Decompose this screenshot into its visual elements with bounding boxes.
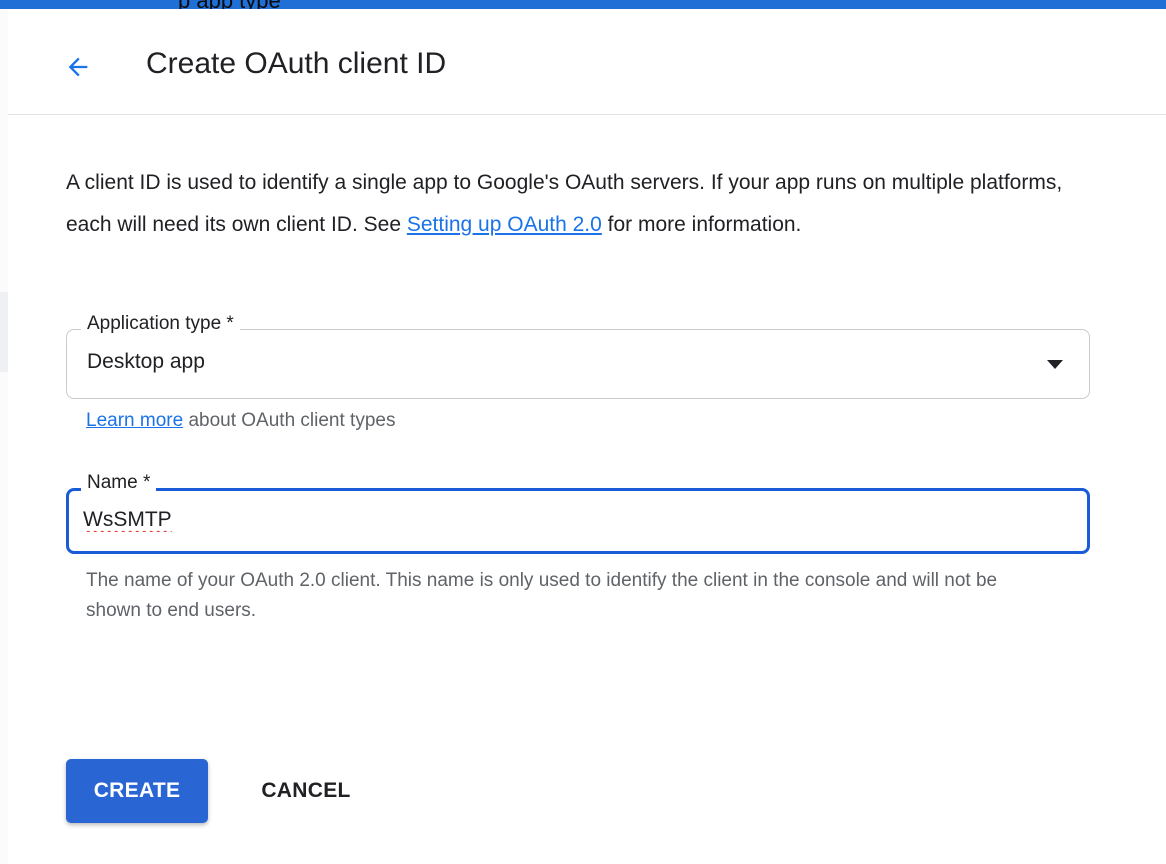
page-header: Create OAuth client ID — [8, 9, 1166, 115]
learn-more-suffix: about OAuth client types — [183, 410, 396, 431]
setting-up-oauth-link[interactable]: Setting up OAuth 2.0 — [407, 213, 602, 236]
create-button[interactable]: CREATE — [66, 759, 208, 823]
name-helper-text: The name of your OAuth 2.0 client. This … — [86, 570, 998, 621]
application-type-select[interactable]: Application type * Desktop app — [66, 313, 1090, 399]
create-oauth-client-page: p app type Create OAuth client ID A clie… — [0, 0, 1166, 864]
name-input[interactable] — [83, 503, 1063, 537]
application-type-value: Desktop app — [87, 350, 205, 373]
back-button[interactable] — [58, 47, 98, 87]
name-label: Name * — [81, 472, 157, 494]
cancel-button[interactable]: CANCEL — [236, 759, 376, 823]
arrow-back-icon — [68, 57, 88, 77]
arrow-drop-down-icon — [1047, 360, 1063, 369]
page-title: Create OAuth client ID — [146, 47, 447, 80]
name-field: Name * — [66, 472, 1090, 554]
top-bar-text: p app type — [178, 0, 281, 9]
top-app-bar: p app type — [0, 0, 1166, 9]
learn-more-line: Learn more about OAuth client types — [86, 410, 395, 432]
application-type-label: Application type * — [81, 313, 240, 335]
left-nav-edge — [0, 9, 8, 864]
left-nav-marker — [0, 292, 8, 372]
description-paragraph: A client ID is used to identify a single… — [66, 162, 1066, 246]
learn-more-link[interactable]: Learn more — [86, 410, 183, 431]
description-text-after: for more information. — [601, 213, 802, 236]
